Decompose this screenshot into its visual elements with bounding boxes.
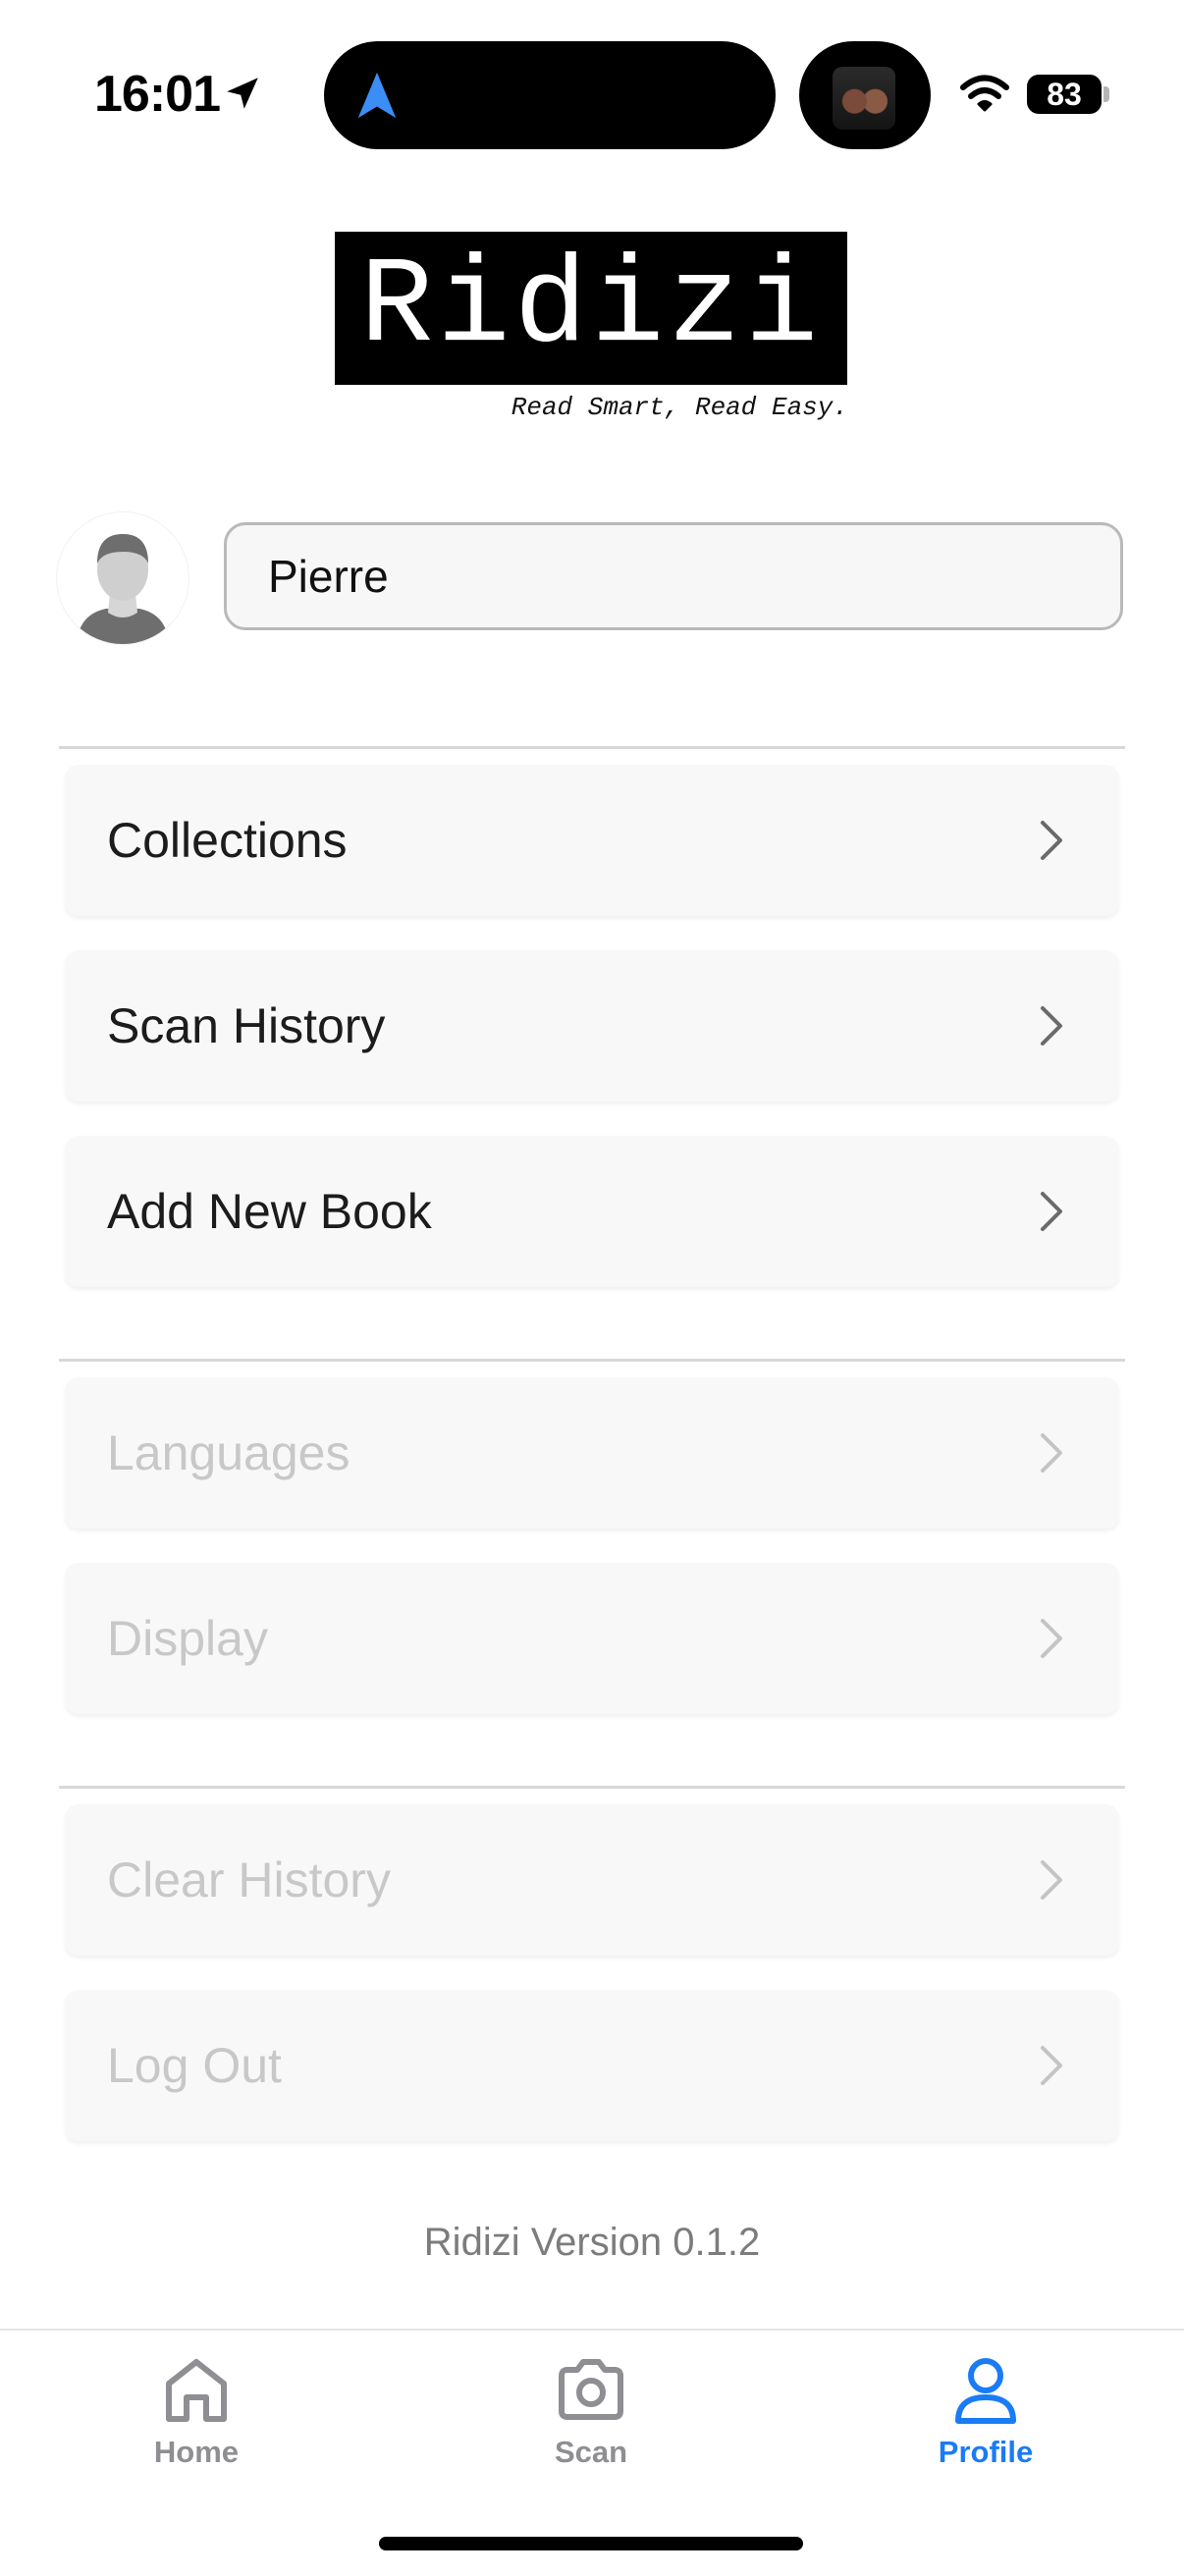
name-input[interactable] bbox=[224, 522, 1123, 630]
chevron-right-icon bbox=[1041, 1619, 1062, 1658]
add-new-book-row[interactable]: Add New Book bbox=[65, 1136, 1119, 1287]
chevron-right-icon bbox=[1041, 1860, 1062, 1900]
menu-label: Collections bbox=[107, 813, 348, 868]
collections-row[interactable]: Collections bbox=[65, 765, 1119, 916]
album-art-icon bbox=[833, 67, 895, 130]
chevron-right-icon bbox=[1041, 1006, 1062, 1046]
wifi-icon bbox=[960, 75, 1009, 112]
menu-label: Log Out bbox=[107, 2038, 282, 2093]
menu-label: Clear History bbox=[107, 1852, 391, 1907]
display-row[interactable]: Display bbox=[65, 1563, 1119, 1714]
tab-label: Scan bbox=[554, 2435, 628, 2469]
divider bbox=[59, 1786, 1125, 1789]
home-icon bbox=[166, 2359, 227, 2422]
menu-label: Add New Book bbox=[107, 1184, 432, 1239]
menu-label: Scan History bbox=[107, 998, 386, 1053]
chevron-right-icon bbox=[1041, 2046, 1062, 2085]
camera-icon bbox=[559, 2359, 623, 2420]
app-tagline: Read Smart, Read Easy. bbox=[511, 393, 848, 422]
chevron-right-icon bbox=[1041, 1192, 1062, 1231]
navigation-arrow-icon bbox=[357, 72, 397, 119]
tab-scan[interactable]: Scan bbox=[473, 2352, 709, 2490]
divider bbox=[59, 746, 1125, 749]
location-arrow-icon bbox=[227, 78, 258, 109]
status-bar: 16:01 83 bbox=[0, 0, 1184, 187]
languages-row[interactable]: Languages bbox=[65, 1377, 1119, 1529]
tab-label: Profile bbox=[938, 2435, 1034, 2469]
status-time: 16:01 bbox=[94, 66, 221, 123]
battery-cap bbox=[1103, 86, 1109, 102]
battery-indicator: 83 bbox=[1027, 75, 1102, 114]
chevron-right-icon bbox=[1041, 821, 1062, 860]
home-indicator[interactable] bbox=[379, 2537, 803, 2550]
tab-label: Home bbox=[153, 2435, 240, 2469]
person-icon bbox=[955, 2358, 1016, 2424]
chevron-right-icon bbox=[1041, 1433, 1062, 1473]
avatar[interactable] bbox=[57, 512, 188, 644]
avatar-silhouette-icon bbox=[77, 534, 169, 644]
app-logo: Ridizi bbox=[335, 232, 847, 385]
log-out-row[interactable]: Log Out bbox=[65, 1990, 1119, 2141]
menu-label: Languages bbox=[107, 1425, 350, 1480]
version-text: Ridizi Version 0.1.2 bbox=[423, 2221, 761, 2264]
divider bbox=[59, 1359, 1125, 1362]
tab-profile[interactable]: Profile bbox=[868, 2352, 1103, 2490]
scan-history-row[interactable]: Scan History bbox=[65, 950, 1119, 1101]
clear-history-row[interactable]: Clear History bbox=[65, 1804, 1119, 1956]
now-playing-pill[interactable] bbox=[799, 41, 931, 149]
tab-home[interactable]: Home bbox=[79, 2352, 314, 2490]
menu-label: Display bbox=[107, 1611, 268, 1666]
